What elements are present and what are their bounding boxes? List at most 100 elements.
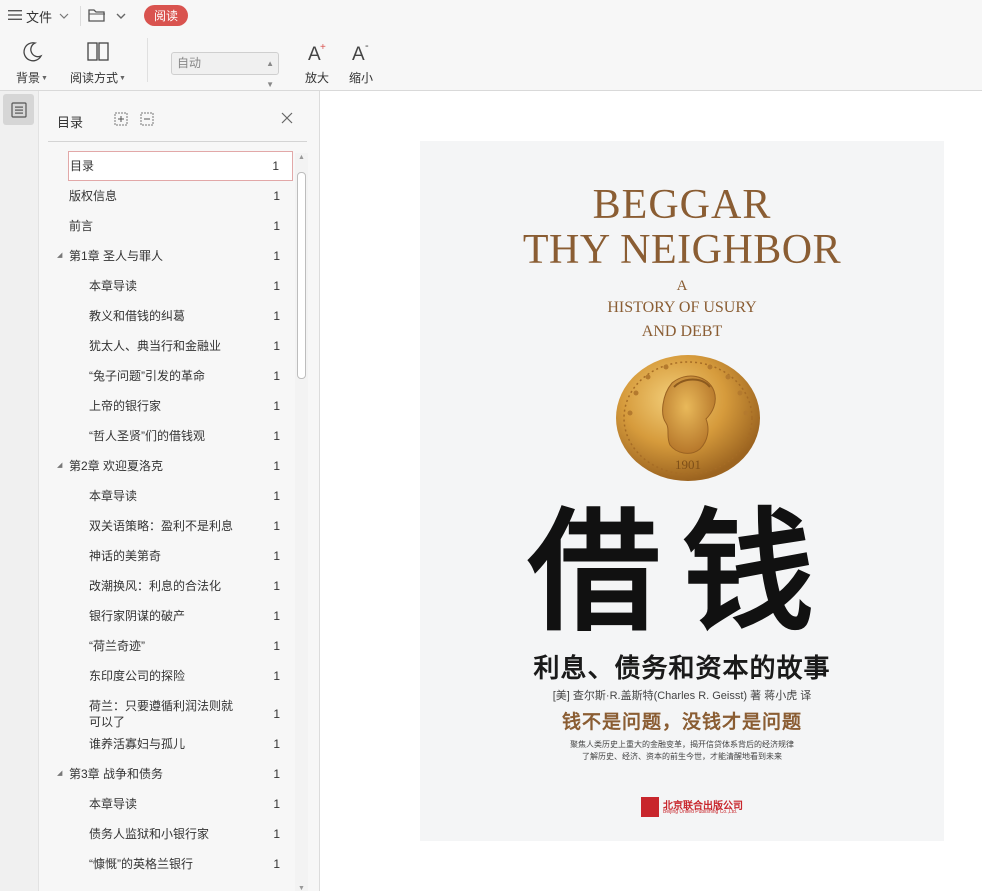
toc-section-item[interactable]: “哲人圣贤”们的借钱观 1 — [48, 421, 294, 451]
zoom-in-button[interactable]: A + 放大 — [305, 38, 329, 86]
toc-section-item[interactable]: 神话的美第奇 1 — [48, 541, 294, 571]
chevron-down-icon[interactable] — [116, 9, 126, 23]
background-button[interactable]: 背景▼ — [16, 38, 48, 86]
cover-en-sub-1: A — [676, 278, 688, 294]
zoom-out-label: 缩小 — [349, 71, 374, 85]
toc-section-item[interactable]: 上帝的银行家 1 — [48, 391, 294, 421]
toc-item-page: 1 — [273, 707, 280, 721]
toc-item-title: 双关语策略：盈利不是利息 — [89, 519, 234, 533]
zoom-mode-value: 自动 — [177, 56, 202, 70]
toc-section-item[interactable]: 改潮换风：利息的合法化 1 — [48, 571, 294, 601]
open-folder-button[interactable] — [88, 5, 126, 27]
toc-item-page: 1 — [273, 609, 280, 623]
toc-item-page: 1 — [273, 797, 280, 811]
toc-item-title: 目录 — [70, 159, 95, 173]
toc-item-page: 1 — [273, 189, 280, 203]
toc-item-title: 第3章 战争和债务 — [69, 767, 164, 781]
toc-item-page: 1 — [273, 639, 280, 653]
book-cover: BEGGAR THY NEIGHBOR A HISTORY OF USURY A… — [420, 141, 944, 841]
toc-item-title: 教义和借钱的纠葛 — [89, 309, 186, 323]
menu-row: 文件 阅读 — [0, 0, 982, 32]
expand-triangle-icon[interactable]: ◢ — [57, 251, 62, 259]
zoom-out-button[interactable]: A- 缩小 — [349, 38, 373, 86]
toc-section-item[interactable]: 教义和借钱的纠葛 1 — [48, 301, 294, 331]
toc-section-item[interactable]: 本章导读 1 — [48, 481, 294, 511]
divider — [147, 38, 148, 82]
cover-blurb-1: 聚焦人类历史上重大的金融变革，揭开信贷体系背后的经济规律 — [570, 740, 794, 749]
toc-chapter-item[interactable]: ◢ 第2章 欢迎夏洛克 1 — [48, 451, 294, 481]
read-mode-label: 阅读方式 — [70, 71, 119, 85]
scroll-down-icon[interactable]: ▼ — [298, 885, 305, 891]
publisher-block: 北京联合出版公司 Beijing United Publishing Co.,L… — [641, 796, 751, 818]
toc-item-page: 1 — [273, 519, 280, 533]
toc-item-page: 1 — [273, 669, 280, 683]
zoom-in-icon: A + — [306, 38, 328, 66]
toc-section-item[interactable]: 荷兰：只要遵循利润法则就 可以了 1 — [48, 691, 294, 729]
toc-item-page: 1 — [273, 549, 280, 563]
toc-item-title: 神话的美第奇 — [89, 549, 162, 563]
toc-section-item[interactable]: “兔子问题”引发的革命 1 — [48, 361, 294, 391]
toc-chapter-item[interactable]: 目录 1 — [68, 151, 293, 181]
toc-section-item[interactable]: 本章导读 1 — [48, 271, 294, 301]
toc-section-item[interactable]: 双关语策略：盈利不是利息 1 — [48, 511, 294, 541]
toc-item-page: 1 — [272, 159, 279, 173]
expand-triangle-icon[interactable]: ◢ — [57, 769, 62, 777]
scroll-thumb[interactable] — [297, 172, 306, 379]
chevron-down-icon — [59, 11, 69, 21]
toc-item-page: 1 — [273, 249, 280, 263]
toc-item-title: 第2章 欢迎夏洛克 — [69, 459, 164, 473]
toc-item-title: 东印度公司的探险 — [89, 669, 186, 683]
collapse-all-icon[interactable] — [140, 112, 154, 126]
toc-item-title-cont: 可以了 — [89, 715, 126, 729]
toc-item-title: 第1章 圣人与罪人 — [69, 249, 164, 263]
toc-section-item[interactable]: 债务人监狱和小银行家 1 — [48, 819, 294, 849]
tab-read[interactable]: 阅读 — [144, 5, 188, 26]
toc-item-title: “兔子问题”引发的革命 — [89, 369, 205, 383]
expand-all-icon[interactable] — [114, 112, 128, 126]
toc-chapter-item[interactable]: 前言 1 — [48, 211, 294, 241]
gold-coin-image: 1901 — [616, 355, 760, 481]
toc-section-item[interactable]: 东印度公司的探险 1 — [48, 661, 294, 691]
list-icon — [10, 101, 27, 118]
read-mode-button[interactable]: 阅读方式▼ — [70, 38, 126, 86]
close-icon[interactable] — [280, 111, 294, 125]
toc-item-title: 改潮换风：利息的合法化 — [89, 579, 222, 593]
toc-item-page: 1 — [273, 309, 280, 323]
hamburger-icon — [8, 9, 22, 24]
cover-en-title-1: BEGGAR — [592, 182, 772, 228]
toc-item-page: 1 — [273, 279, 280, 293]
side-rail — [0, 91, 39, 891]
toc-panel: 目录 目录 1 版权信息 1 前言 1 ◢ 第1章 圣人与罪人 1 本章导读 1 教义和借钱的纠葛 1 犹… — [39, 91, 320, 891]
divider — [48, 141, 307, 142]
file-menu[interactable]: 文件 — [8, 5, 69, 27]
document-view[interactable]: BEGGAR THY NEIGHBOR A HISTORY OF USURY A… — [320, 91, 982, 891]
zoom-mode-select[interactable]: 自动 ▲ ▼ — [171, 52, 279, 89]
toc-item-title: 上帝的银行家 — [89, 399, 162, 413]
toc-section-item[interactable]: 银行家阴谋的破产 1 — [48, 601, 294, 631]
toc-toggle-button[interactable] — [3, 94, 34, 125]
svg-text:A: A — [352, 44, 365, 63]
toc-item-page: 1 — [273, 857, 280, 871]
toc-scrollbar[interactable]: ▲ ▼ — [295, 153, 308, 891]
toc-item-title: 本章导读 — [89, 489, 138, 503]
toc-header: 目录 — [39, 91, 319, 142]
toc-section-item[interactable]: 谁养活寡妇与孤儿 1 — [48, 729, 294, 759]
caret-down-icon: ▼ — [119, 75, 126, 82]
toc-item-title: 版权信息 — [69, 189, 118, 203]
scroll-up-icon[interactable]: ▲ — [298, 154, 305, 161]
toc-item-title: 本章导读 — [89, 797, 138, 811]
toc-section-item[interactable]: “荷兰奇迹” 1 — [48, 631, 294, 661]
toc-item-page: 1 — [273, 459, 280, 473]
cover-zh-subtitle: 利息、债务和资本的故事 — [533, 654, 831, 684]
toc-list: 目录 1 版权信息 1 前言 1 ◢ 第1章 圣人与罪人 1 本章导读 1 教义和借钱的纠葛 1 犹太人、… — [48, 151, 294, 891]
svg-text:+: + — [320, 42, 326, 53]
toc-section-item[interactable]: 本章导读 1 — [48, 789, 294, 819]
toc-section-item[interactable]: “慷慨”的英格兰银行 1 — [48, 849, 294, 879]
expand-triangle-icon[interactable]: ◢ — [57, 461, 62, 469]
cover-en-title-2: THY NEIGHBOR — [522, 227, 842, 273]
toc-chapter-item[interactable]: ◢ 第3章 战争和债务 1 — [48, 759, 294, 789]
publisher-name-en: Beijing United Publishing Co.,Ltd. — [663, 809, 738, 815]
toc-section-item[interactable]: 犹太人、典当行和金融业 1 — [48, 331, 294, 361]
toc-chapter-item[interactable]: 版权信息 1 — [48, 181, 294, 211]
toc-chapter-item[interactable]: ◢ 第1章 圣人与罪人 1 — [48, 241, 294, 271]
